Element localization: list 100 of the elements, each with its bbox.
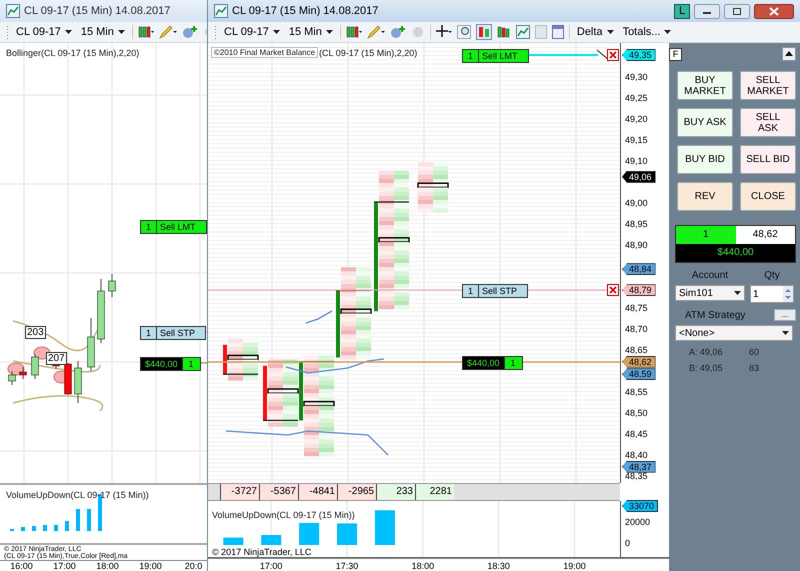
interval-dropdown[interactable]: 15 Min	[286, 26, 335, 38]
order-button[interactable]: BUY MARKET	[677, 71, 733, 100]
window-title: CL 09-17 (15 Min) 14.08.2017	[232, 5, 378, 17]
field-label: Qty	[764, 270, 780, 281]
remove-indicator-icon	[410, 25, 425, 39]
price-label: 48,90	[625, 240, 648, 250]
dollar-icon	[534, 25, 547, 39]
time-label: 20:0	[184, 561, 204, 571]
maximize-button[interactable]	[724, 4, 750, 18]
order-label: Sell STP	[481, 285, 518, 297]
delta-cell: 233	[376, 484, 415, 500]
price-label: 48,75	[625, 303, 648, 313]
volume-bar	[261, 535, 282, 545]
candlestick-icon[interactable]	[346, 25, 362, 39]
order-button[interactable]: CLOSE	[740, 182, 796, 211]
price-marker: 48,79	[622, 284, 656, 296]
price-label: 48,65	[625, 345, 648, 355]
caret-icon	[664, 30, 672, 34]
price-marker: 48,37	[622, 460, 656, 473]
add-indicator-icon[interactable]	[182, 25, 198, 39]
caret-icon	[272, 30, 280, 34]
crosshair-icon[interactable]	[436, 25, 452, 39]
instrument-dropdown[interactable]: CL 09-17	[14, 26, 74, 38]
position-marker[interactable]: $440,00 1	[462, 356, 523, 370]
scroll-up-button[interactable]	[782, 47, 796, 61]
order-marker[interactable]: 1 Sell LMT	[140, 220, 207, 234]
caret-icon	[64, 30, 72, 34]
interval-dropdown[interactable]: 15 Min	[78, 26, 127, 38]
order-label: Sell STP	[159, 327, 196, 339]
totals-dropdown[interactable]: Totals...	[620, 26, 674, 38]
time-label: 17:00	[52, 561, 77, 571]
order-marker[interactable]: 1 Sell STP	[140, 326, 206, 340]
order-button[interactable]: BUY BID	[677, 145, 733, 174]
time-label: 19:00	[138, 561, 163, 571]
candlestick	[108, 274, 116, 298]
bar-chart-icon[interactable]	[496, 25, 511, 39]
candlestick-icon[interactable]	[138, 25, 154, 39]
position-price: 48,62	[736, 226, 795, 244]
instrument-dropdown[interactable]: CL 09-17	[222, 26, 282, 38]
price-label: 49,25	[625, 93, 648, 103]
time-label: 18:00	[410, 561, 436, 571]
time-label: 19:00	[562, 561, 587, 571]
position-quantity: 1	[676, 226, 736, 244]
price-marker: 48,84	[622, 263, 656, 276]
footprint-chart-icon[interactable]	[476, 24, 492, 40]
indicator-label: (CL 09-17 (15 Min),2,20)	[319, 48, 418, 58]
quantity-label: 1	[504, 357, 522, 369]
price-label: 48,70	[625, 324, 648, 334]
quantity-label: 1	[182, 358, 200, 370]
quantity-label: 1	[141, 327, 158, 339]
order-button[interactable]: SELL BID	[740, 145, 796, 174]
order-button[interactable]: REV	[677, 182, 733, 211]
panel-toggle-button[interactable]: F	[669, 48, 682, 60]
volume-marker: 33070	[622, 500, 658, 512]
delta-dropdown[interactable]: Delta	[574, 26, 616, 38]
price-label: 48,40	[625, 450, 648, 460]
candlestick	[87, 318, 95, 372]
volume-bar	[299, 522, 320, 545]
close-button[interactable]	[754, 4, 794, 18]
chart-icon	[214, 4, 228, 18]
position-marker[interactable]: $440,00 1	[140, 357, 201, 371]
cancel-order-icon[interactable]	[607, 49, 619, 61]
pencil-icon[interactable]	[158, 25, 177, 39]
order-marker[interactable]: 1 Sell STP	[462, 284, 528, 298]
bar-count-label: 207	[46, 352, 67, 365]
account-dropdown[interactable]: Sim101	[675, 285, 745, 301]
quantity-label: 1	[463, 285, 480, 297]
axis-label: 0	[625, 538, 630, 548]
order-button[interactable]: SELL MARKET	[740, 71, 796, 100]
add-indicator-icon[interactable]	[390, 25, 406, 39]
panel-icon[interactable]	[552, 25, 564, 39]
cancel-order-icon[interactable]	[607, 284, 619, 296]
link-button[interactable]: L	[674, 4, 690, 18]
caret-icon	[782, 331, 789, 335]
quote-size: 83	[749, 363, 760, 373]
price-marker: 48,59	[622, 368, 656, 380]
zoom-icon[interactable]	[456, 25, 471, 39]
bar-count-label: 203	[25, 326, 46, 339]
quantity-field[interactable]: 1	[750, 285, 794, 303]
atm-settings-button[interactable]: ...	[774, 309, 796, 321]
candlestick	[8, 370, 16, 386]
time-label: 17:30	[334, 561, 360, 571]
order-button[interactable]: BUY ASK	[677, 108, 733, 137]
price-marker: 49,35	[622, 49, 656, 61]
order-marker[interactable]: 1 Sell LMT	[462, 49, 529, 63]
caret-icon	[734, 291, 741, 295]
atm-strategy-dropdown[interactable]: <None>	[675, 325, 793, 341]
order-label: Sell LMT	[481, 50, 519, 62]
price-label: 49,30	[625, 72, 648, 82]
indicator-label: VolumeUpDown(CL 09-17 (15 Min))	[212, 510, 355, 520]
time-label: 18:00	[95, 561, 120, 571]
order-line-end-icon	[596, 48, 610, 62]
pencil-icon[interactable]	[366, 25, 385, 39]
quote-price: B: 49,05	[689, 363, 724, 373]
minimize-button[interactable]	[694, 4, 720, 18]
delta-cell: -2965	[337, 484, 376, 500]
volume-bar	[374, 510, 395, 545]
order-button[interactable]: SELL ASK	[740, 108, 796, 137]
line-chart-icon[interactable]	[516, 25, 530, 39]
copyright-badge: ©2010 Final Market Balance	[211, 47, 318, 58]
